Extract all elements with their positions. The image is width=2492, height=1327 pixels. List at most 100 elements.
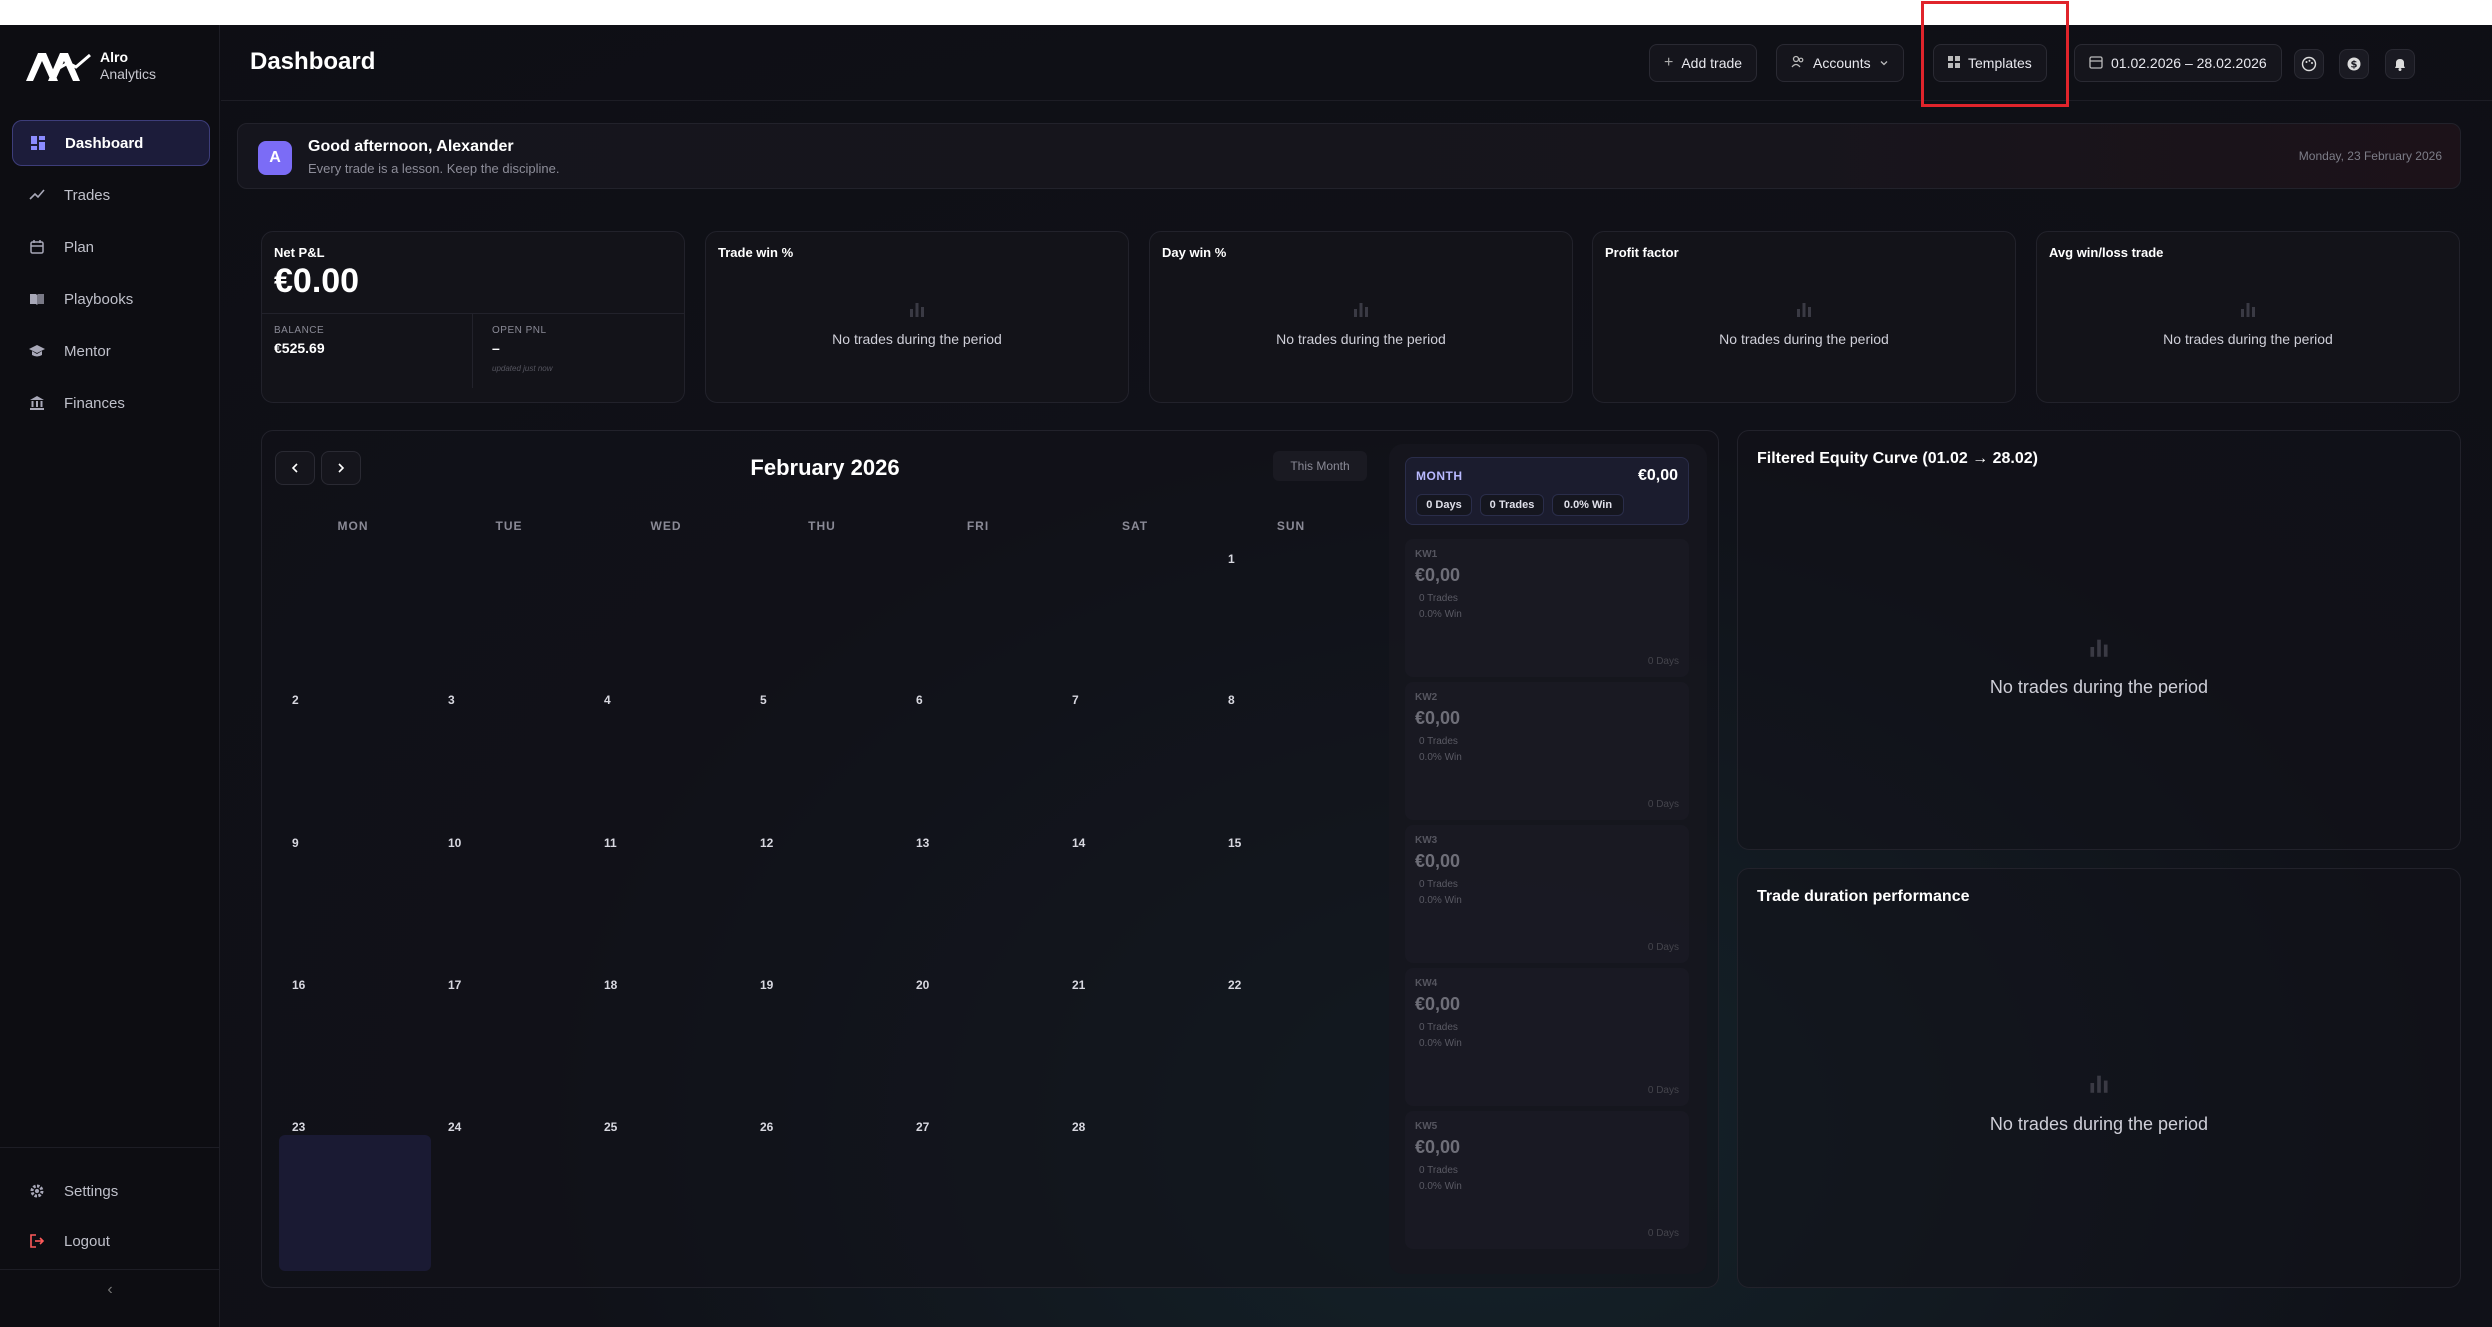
day-win-card: Day win % No trades during the period <box>1149 231 1573 403</box>
app-window: Alro Analytics Dashboard Trades Plan Pla… <box>0 25 2492 1327</box>
calendar-day[interactable]: 26 <box>760 1120 773 1134</box>
theme-palette-button[interactable] <box>2294 49 2324 79</box>
graduation-cap-icon <box>28 342 46 360</box>
calendar-day[interactable]: 27 <box>916 1120 929 1134</box>
this-month-button[interactable]: This Month <box>1273 451 1367 481</box>
currency-button[interactable]: $ <box>2339 49 2369 79</box>
open-pnl-note: updated just now <box>492 364 553 373</box>
equity-curve-panel: Filtered Equity Curve (01.02 → 28.02) No… <box>1737 430 2461 850</box>
calendar-day[interactable]: 22 <box>1228 978 1241 992</box>
week-label: KW1 <box>1415 549 1438 560</box>
net-pnl-title: Net P&L <box>274 245 325 260</box>
sidebar-item-trades[interactable]: Trades <box>12 172 210 218</box>
date-range-picker[interactable]: 01.02.2026 – 28.02.2026 <box>2074 44 2282 82</box>
sidebar-item-mentor[interactable]: Mentor <box>12 328 210 374</box>
week-value: €0,00 <box>1415 1137 1461 1157</box>
dashboard-grid-icon <box>29 134 47 152</box>
calendar-day[interactable]: 15 <box>1228 836 1241 850</box>
add-trade-label: Add trade <box>1681 55 1743 71</box>
week-value: €0,00 <box>1415 565 1461 585</box>
calendar-day[interactable]: 4 <box>604 693 611 707</box>
week-win: 0.0% Win <box>1419 1181 1462 1192</box>
brand-logo[interactable]: Alro Analytics <box>24 49 156 83</box>
sidebar-item-label: Playbooks <box>64 290 134 308</box>
bell-icon <box>2395 59 2405 71</box>
calendar-day[interactable]: 5 <box>760 693 767 707</box>
sidebar-item-finances[interactable]: Finances <box>12 380 210 426</box>
palette-icon <box>2301 56 2317 72</box>
weekday-label: THU <box>808 519 836 533</box>
sidebar-item-label: Settings <box>64 1182 119 1200</box>
week-days: 0 Days <box>1647 799 1679 810</box>
calendar-day[interactable]: 21 <box>1072 978 1085 992</box>
calendar-day[interactable]: 19 <box>760 978 773 992</box>
net-pnl-value: €0.00 <box>274 262 360 300</box>
month-trades-pill: 0 Trades <box>1480 494 1544 516</box>
bar-chart-icon <box>1797 303 1811 317</box>
calendar-day[interactable]: 9 <box>292 836 299 850</box>
brand-name: Alro Analytics <box>100 49 156 83</box>
calendar-day[interactable]: 16 <box>292 978 305 992</box>
calendar-day[interactable]: 8 <box>1228 693 1235 707</box>
logout-icon <box>28 1232 46 1250</box>
week-value: €0,00 <box>1415 708 1461 728</box>
sidebar-item-playbooks[interactable]: Playbooks <box>12 276 210 322</box>
week-summary-kw4[interactable]: KW4 €0,00 0 Trades 0.0% Win 0 Days <box>1405 968 1689 1106</box>
week-value: €0,00 <box>1415 851 1461 871</box>
calendar-day[interactable]: 14 <box>1072 836 1085 850</box>
sidebar-item-dashboard[interactable]: Dashboard <box>12 120 210 166</box>
sidebar-item-plan[interactable]: Plan <box>12 224 210 270</box>
profit-factor-card: Profit factor No trades during the perio… <box>1592 231 2016 403</box>
calendar-day[interactable]: 23 <box>292 1120 305 1134</box>
accounts-dropdown[interactable]: Accounts <box>1776 44 1904 82</box>
week-label: KW5 <box>1415 1121 1438 1132</box>
sidebar-collapse-button[interactable]: ‹ <box>0 1269 220 1309</box>
chevron-left-icon: ‹ <box>107 1280 113 1298</box>
empty-state-text: No trades during the period <box>1719 331 1889 347</box>
calendar-day[interactable]: 17 <box>448 978 461 992</box>
week-win: 0.0% Win <box>1419 895 1462 906</box>
net-pnl-card: Net P&L €0.00 BALANCE €525.69 OPEN PNL –… <box>261 231 685 403</box>
trade-win-card: Trade win % No trades during the period <box>705 231 1129 403</box>
notifications-button[interactable] <box>2385 49 2415 79</box>
calendar-day[interactable]: 1 <box>1228 552 1235 566</box>
sidebar-item-logout[interactable]: Logout <box>12 1218 208 1264</box>
calendar-day[interactable]: 11 <box>604 836 617 850</box>
calendar-day[interactable]: 24 <box>448 1120 461 1134</box>
card-title: Day win % <box>1162 245 1227 260</box>
trade-duration-title: Trade duration performance <box>1757 888 1970 905</box>
calendar-day[interactable]: 28 <box>1072 1120 1085 1134</box>
week-days: 0 Days <box>1647 1228 1679 1239</box>
greeting-title: Good afternoon, Alexander <box>308 138 514 155</box>
add-trade-button[interactable]: + Add trade <box>1649 44 1758 82</box>
calendar-day[interactable]: 13 <box>916 836 929 850</box>
empty-state-text: No trades during the period <box>2163 331 2333 347</box>
today-cell[interactable] <box>279 1135 431 1271</box>
calendar-day[interactable]: 20 <box>916 978 929 992</box>
sidebar-item-label: Finances <box>64 394 125 412</box>
calendar-day[interactable]: 7 <box>1072 693 1079 707</box>
bar-chart-icon <box>1354 303 1368 317</box>
week-summary-kw2[interactable]: KW2 €0,00 0 Trades 0.0% Win 0 Days <box>1405 682 1689 820</box>
calendar-day[interactable]: 3 <box>448 693 455 707</box>
bar-chart-icon <box>2241 303 2255 317</box>
highlight-annotation-box <box>1921 1 2069 107</box>
week-label: KW2 <box>1415 692 1438 703</box>
sidebar-item-settings[interactable]: Settings <box>12 1168 208 1214</box>
page-title: Dashboard <box>250 48 376 75</box>
week-summary-kw5[interactable]: KW5 €0,00 0 Trades 0.0% Win 0 Days <box>1405 1111 1689 1249</box>
calendar-day[interactable]: 10 <box>448 836 461 850</box>
greeting-banner: A Good afternoon, Alexander Every trade … <box>237 123 2461 189</box>
calendar-day[interactable]: 25 <box>604 1120 617 1134</box>
card-title: Avg win/loss trade <box>2049 245 2164 260</box>
calendar-day[interactable]: 6 <box>916 693 923 707</box>
week-summary-kw1[interactable]: KW1 €0,00 0 Trades 0.0% Win 0 Days <box>1405 539 1689 677</box>
calendar-day[interactable]: 12 <box>760 836 773 850</box>
chevron-down-icon <box>1879 55 1889 71</box>
empty-state-text: No trades during the period <box>1276 331 1446 347</box>
weekday-label: MON <box>337 519 369 533</box>
calendar-day[interactable]: 18 <box>604 978 617 992</box>
week-summary-kw3[interactable]: KW3 €0,00 0 Trades 0.0% Win 0 Days <box>1405 825 1689 963</box>
calendar-icon <box>2089 55 2103 72</box>
calendar-day[interactable]: 2 <box>292 693 299 707</box>
